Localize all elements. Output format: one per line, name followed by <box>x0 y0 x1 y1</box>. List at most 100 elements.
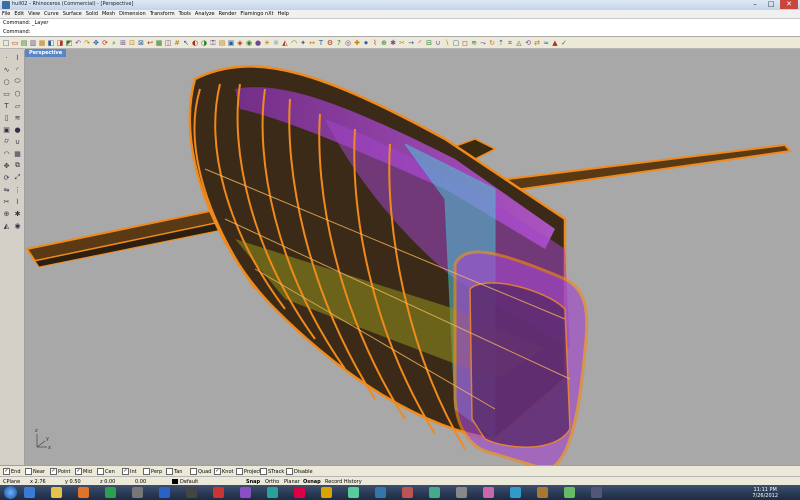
curve-icon[interactable]: ∿ <box>2 65 11 74</box>
record-icon[interactable]: ⏺ <box>362 39 370 47</box>
taskbar-app-app14[interactable] <box>375 487 386 498</box>
taskbar-app-app13[interactable] <box>348 487 359 498</box>
rhino-app-icon[interactable] <box>2 1 10 9</box>
maximize-button[interactable]: □ <box>764 0 778 9</box>
layer-color-swatch[interactable] <box>172 478 178 484</box>
osnap-checkbox[interactable] <box>143 468 150 475</box>
osnap-knot[interactable]: ✓ Knot <box>214 468 233 475</box>
ortho-toggle[interactable]: Ortho <box>265 479 279 485</box>
taskbar-app-app7[interactable] <box>186 487 197 498</box>
taskbar-app-app8[interactable] <box>213 487 224 498</box>
record-history-toggle[interactable]: Record History <box>325 479 362 485</box>
cplane-icon[interactable]: ◫ <box>164 39 172 47</box>
sweep-icon[interactable]: ⤳ <box>479 39 487 47</box>
import-icon[interactable]: ▦ <box>38 39 46 47</box>
options-icon[interactable]: ⚙ <box>326 39 334 47</box>
osnap-end[interactable]: ✓ End <box>3 468 21 475</box>
rebuild-icon[interactable]: ⟲ <box>524 39 532 47</box>
print-icon[interactable]: ▥ <box>29 39 37 47</box>
osnap-checkbox[interactable]: ✓ <box>214 468 221 475</box>
osnap-checkbox[interactable] <box>260 468 267 475</box>
gumball-icon[interactable]: ✚ <box>353 39 361 47</box>
undo-view-icon[interactable]: ↩ <box>146 39 154 47</box>
menu-edit[interactable]: Edit <box>12 10 26 18</box>
paste-icon[interactable]: ◩ <box>65 39 73 47</box>
lock-icon[interactable]: ⚿ <box>209 39 217 47</box>
layer-icon[interactable]: ▤ <box>218 39 226 47</box>
bulb-icon[interactable]: ☼ <box>272 39 280 47</box>
zoom-window-icon[interactable]: ⊞ <box>119 39 127 47</box>
osnap-checkbox[interactable]: ✓ <box>3 468 10 475</box>
taskbar-app-app21[interactable] <box>564 487 575 498</box>
split-icon[interactable]: ⌇ <box>371 39 379 47</box>
osnap-checkbox[interactable] <box>97 468 104 475</box>
menu-view[interactable]: View <box>26 10 42 18</box>
taskbar-app-app10[interactable] <box>267 487 278 498</box>
loft-icon[interactable]: ≋ <box>470 39 478 47</box>
rotate-icon[interactable]: ⟳ <box>2 173 11 182</box>
osnap-checkbox[interactable] <box>190 468 197 475</box>
osnap-checkbox[interactable]: ✓ <box>75 468 82 475</box>
scale-icon[interactable]: ⤢ <box>13 173 22 182</box>
cylinder-icon[interactable]: ⌭ <box>2 137 11 146</box>
viewport-title-tab[interactable]: Perspective <box>25 49 67 57</box>
osnap-project[interactable]: Project <box>236 468 261 475</box>
patch-icon[interactable]: ◬ <box>515 39 523 47</box>
text-icon[interactable]: T <box>2 101 11 110</box>
hide-icon[interactable]: ◑ <box>200 39 208 47</box>
polygon-icon[interactable]: ⬡ <box>13 89 22 98</box>
point-icon[interactable]: · <box>2 53 11 62</box>
zoom-selected-icon[interactable]: ⊠ <box>137 39 145 47</box>
menu-tools[interactable]: Tools <box>177 10 193 18</box>
shell-icon[interactable]: ▢ <box>452 39 460 47</box>
taskbar-app-firefox[interactable] <box>78 487 89 498</box>
osnap-near[interactable]: Near <box>25 468 45 475</box>
open-icon[interactable]: ▭ <box>11 39 19 47</box>
taskbar-app-app22[interactable] <box>591 487 602 498</box>
offset-icon[interactable]: ⊟ <box>425 39 433 47</box>
check-icon[interactable]: ✓ <box>560 39 568 47</box>
start-button[interactable] <box>4 486 17 499</box>
osnap-toggle[interactable]: Osnap <box>303 479 321 485</box>
taskbar-app-player[interactable] <box>105 487 116 498</box>
osnap-int[interactable]: ✓ Int <box>122 468 137 475</box>
taskbar-app-explorer[interactable] <box>51 487 62 498</box>
ellipse-icon[interactable]: ⬭ <box>13 77 22 86</box>
current-layer[interactable]: Default <box>180 479 198 485</box>
menu-file[interactable]: File <box>0 10 12 18</box>
circle-icon[interactable]: ○ <box>2 77 11 86</box>
osnap-checkbox[interactable] <box>25 468 32 475</box>
trim-icon[interactable]: ✂ <box>398 39 406 47</box>
four-views-icon[interactable]: ▦ <box>155 39 163 47</box>
osnap-disable[interactable]: Disable <box>286 468 313 475</box>
render-icon[interactable]: ◉ <box>13 221 22 230</box>
fillet-edge-icon[interactable]: ◠ <box>2 149 11 158</box>
copy-icon[interactable]: ◨ <box>56 39 64 47</box>
move-icon[interactable]: ✥ <box>2 161 11 170</box>
help-icon[interactable]: ? <box>335 39 343 47</box>
join-icon[interactable]: ⊕ <box>2 209 11 218</box>
explode-icon[interactable]: ✱ <box>389 39 397 47</box>
box-icon[interactable]: ▣ <box>2 125 11 134</box>
osnap-checkbox[interactable]: ✓ <box>122 468 129 475</box>
trim-icon[interactable]: ✂ <box>2 197 11 206</box>
menu-mesh[interactable]: Mesh <box>100 10 117 18</box>
menu-help[interactable]: Help <box>276 10 291 18</box>
copy-icon[interactable]: ⧉ <box>13 161 22 170</box>
text-icon[interactable]: T <box>317 39 325 47</box>
extrude-icon[interactable]: ⇡ <box>497 39 505 47</box>
taskbar-app-app20[interactable] <box>537 487 548 498</box>
taskbar-app-ie[interactable] <box>24 487 35 498</box>
material-icon[interactable]: ◈ <box>236 39 244 47</box>
menu-analyze[interactable]: Analyze <box>193 10 217 18</box>
flamingo-icon[interactable]: ✦ <box>299 39 307 47</box>
snap-toggle[interactable]: Snap <box>246 479 260 485</box>
boolean-union-icon[interactable]: ∪ <box>434 39 442 47</box>
osnap-point[interactable]: ✓ Point <box>50 468 70 475</box>
menu-flamingo[interactable]: Flamingo nXt <box>238 10 275 18</box>
osnap-checkbox[interactable] <box>286 468 293 475</box>
show-icon[interactable]: ◐ <box>191 39 199 47</box>
loft-icon[interactable]: ≋ <box>13 113 22 122</box>
osnap-checkbox[interactable] <box>166 468 173 475</box>
taskbar-app-app17[interactable] <box>456 487 467 498</box>
